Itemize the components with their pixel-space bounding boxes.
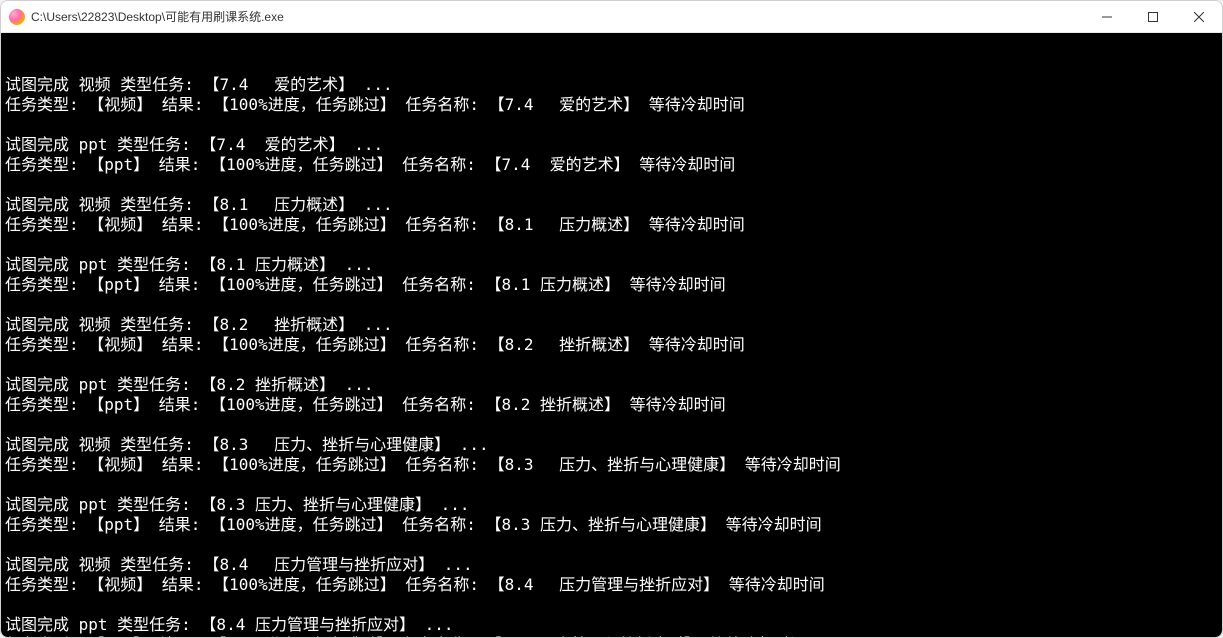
app-icon — [9, 9, 25, 25]
close-icon — [1194, 12, 1204, 22]
log-entry: 试图完成 视频 类型任务: 【8.2 挫折概述】 ...任务类型: 【视频】 结… — [5, 315, 1218, 355]
terminal-output[interactable]: 试图完成 视频 类型任务: 【7.4 爱的艺术】 ...任务类型: 【视频】 结… — [1, 33, 1222, 637]
log-entry: 试图完成 视频 类型任务: 【8.1 压力概述】 ...任务类型: 【视频】 结… — [5, 195, 1218, 235]
log-line-attempt: 试图完成 视频 类型任务: 【7.4 爱的艺术】 ... — [5, 75, 1218, 95]
log-entry: 试图完成 视频 类型任务: 【8.4 压力管理与挫折应对】 ...任务类型: 【… — [5, 555, 1218, 595]
log-line-result: 任务类型: 【视频】 结果: 【100%进度，任务跳过】 任务名称: 【8.3 … — [5, 455, 1218, 475]
maximize-button[interactable] — [1130, 1, 1176, 32]
log-line-attempt: 试图完成 ppt 类型任务: 【7.4 爱的艺术】 ... — [5, 135, 1218, 155]
window-controls — [1084, 1, 1222, 32]
log-line-result: 任务类型: 【视频】 结果: 【100%进度，任务跳过】 任务名称: 【7.4 … — [5, 95, 1218, 115]
log-line-attempt: 试图完成 视频 类型任务: 【8.2 挫折概述】 ... — [5, 315, 1218, 335]
application-window: C:\Users\22823\Desktop\可能有用刷课系统.exe 试图完成… — [0, 0, 1223, 638]
log-line-result: 任务类型: 【ppt】 结果: 【100%进度，任务跳过】 任务名称: 【7.4… — [5, 155, 1218, 175]
log-line-attempt: 试图完成 视频 类型任务: 【8.3 压力、挫折与心理健康】 ... — [5, 435, 1218, 455]
log-entry: 试图完成 ppt 类型任务: 【8.1 压力概述】 ...任务类型: 【ppt】… — [5, 255, 1218, 295]
titlebar[interactable]: C:\Users\22823\Desktop\可能有用刷课系统.exe — [1, 1, 1222, 33]
log-line-result: 任务类型: 【视频】 结果: 【100%进度，任务跳过】 任务名称: 【8.2 … — [5, 335, 1218, 355]
log-entry: 试图完成 ppt 类型任务: 【8.3 压力、挫折与心理健康】 ...任务类型:… — [5, 495, 1218, 535]
close-button[interactable] — [1176, 1, 1222, 32]
log-line-attempt: 试图完成 ppt 类型任务: 【8.2 挫折概述】 ... — [5, 375, 1218, 395]
log-line-attempt: 试图完成 ppt 类型任务: 【8.3 压力、挫折与心理健康】 ... — [5, 495, 1218, 515]
log-line-attempt: 试图完成 ppt 类型任务: 【8.4 压力管理与挫折应对】 ... — [5, 615, 1218, 635]
log-entry: 试图完成 视频 类型任务: 【8.3 压力、挫折与心理健康】 ...任务类型: … — [5, 435, 1218, 475]
log-line-result: 任务类型: 【视频】 结果: 【100%进度，任务跳过】 任务名称: 【8.4 … — [5, 575, 1218, 595]
log-line-result: 任务类型: 【ppt】 结果: 【100%进度，任务跳过】 任务名称: 【8.2… — [5, 395, 1218, 415]
log-line-attempt: 试图完成 视频 类型任务: 【8.1 压力概述】 ... — [5, 195, 1218, 215]
log-line-result: 任务类型: 【视频】 结果: 【100%进度，任务跳过】 任务名称: 【8.1 … — [5, 215, 1218, 235]
log-line-result: 任务类型: 【ppt】 结果: 【100%进度，任务跳过】 任务名称: 【8.1… — [5, 275, 1218, 295]
minimize-icon — [1102, 12, 1112, 22]
window-title: C:\Users\22823\Desktop\可能有用刷课系统.exe — [31, 8, 1084, 25]
log-entry: 试图完成 ppt 类型任务: 【7.4 爱的艺术】 ...任务类型: 【ppt】… — [5, 135, 1218, 175]
minimize-button[interactable] — [1084, 1, 1130, 32]
log-line-attempt: 试图完成 ppt 类型任务: 【8.1 压力概述】 ... — [5, 255, 1218, 275]
log-entry: 试图完成 ppt 类型任务: 【8.2 挫折概述】 ...任务类型: 【ppt】… — [5, 375, 1218, 415]
log-entry: 试图完成 ppt 类型任务: 【8.4 压力管理与挫折应对】 ...任务类型: … — [5, 615, 1218, 637]
log-line-result: 任务类型: 【ppt】 结果: 【100%进度，任务跳过】 任务名称: 【8.4… — [5, 635, 1218, 637]
log-line-result: 任务类型: 【ppt】 结果: 【100%进度，任务跳过】 任务名称: 【8.3… — [5, 515, 1218, 535]
log-entry: 试图完成 视频 类型任务: 【7.4 爱的艺术】 ...任务类型: 【视频】 结… — [5, 75, 1218, 115]
log-line-attempt: 试图完成 视频 类型任务: 【8.4 压力管理与挫折应对】 ... — [5, 555, 1218, 575]
maximize-icon — [1148, 12, 1158, 22]
